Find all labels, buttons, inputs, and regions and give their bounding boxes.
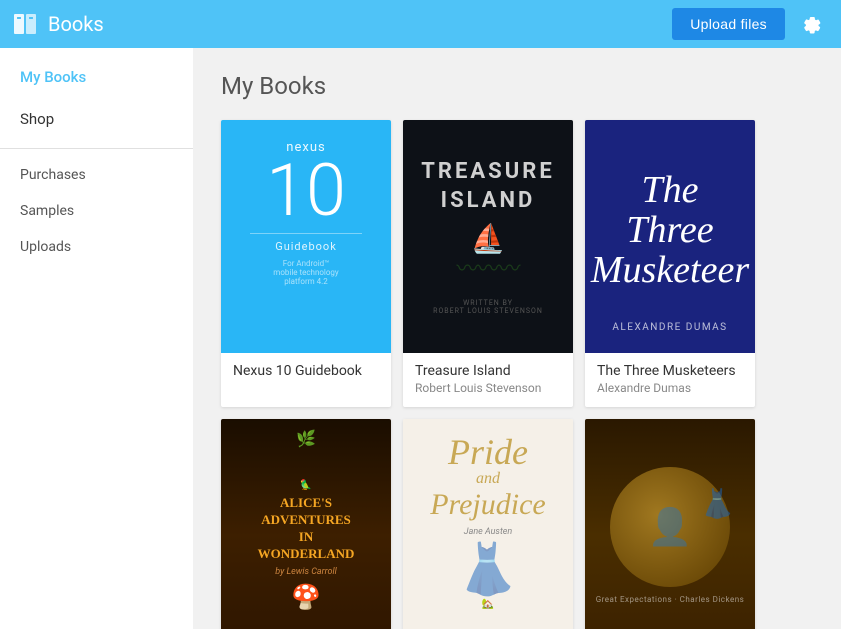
musketeer-script-text: TheThreeMusketeer — [591, 171, 749, 291]
pride-and-text: and — [476, 470, 500, 488]
book-cover-expectations: 👤 👗 Great Expectations · Charles Dickens — [585, 419, 755, 629]
expectations-figure2: 👗 — [700, 487, 735, 520]
nexus-divider — [250, 233, 362, 234]
sidebar-item-uploads[interactable]: Uploads — [0, 229, 193, 265]
book-author-musketeer: Alexandre Dumas — [597, 381, 743, 395]
app-title: Books — [48, 12, 104, 36]
sidebar-item-my-books[interactable]: My Books — [0, 56, 193, 98]
book-cover-pride: Pride and Prejudice Jane Austen 👗 🏡 — [403, 419, 573, 629]
pride-landscape: 🏡 — [482, 599, 494, 610]
treasure-title-text: TREASUREISLAND — [421, 158, 554, 215]
book-card-nexus10[interactable]: nexus 10 Guidebook For Android™mobile te… — [221, 120, 391, 407]
expectations-figure: 👤 — [648, 506, 693, 548]
gear-icon — [800, 13, 822, 35]
sidebar-item-samples[interactable]: Samples — [0, 193, 193, 229]
alice-leaf-decoration: 🌿 — [296, 429, 316, 448]
book-info-treasure: Treasure Island Robert Louis Stevenson — [403, 353, 573, 407]
sidebar-divider — [0, 148, 193, 149]
book-cover-treasure: TREASUREISLAND ⛵ 〰〰〰 WRITTEN BYROBERT LO… — [403, 120, 573, 353]
pride-jane-austen: Jane Austen — [464, 527, 513, 537]
app-header: Books Upload files — [0, 0, 841, 48]
logo: Books — [12, 10, 104, 38]
upload-files-button[interactable]: Upload files — [672, 8, 785, 40]
books-grid: nexus 10 Guidebook For Android™mobile te… — [221, 120, 813, 629]
nexus-guidebook: Guidebook — [275, 240, 337, 253]
page-title: My Books — [221, 72, 813, 100]
sidebar-item-purchases[interactable]: Purchases — [0, 157, 193, 193]
book-card-musketeer[interactable]: TheThreeMusketeer ALEXANDRE DUMAS The Th… — [585, 120, 755, 407]
book-card-expectations[interactable]: 👤 👗 Great Expectations · Charles Dickens… — [585, 419, 755, 629]
book-card-pride[interactable]: Pride and Prejudice Jane Austen 👗 🏡 Prid… — [403, 419, 573, 629]
app-layout: My Books Shop Purchases Samples Uploads … — [0, 48, 841, 629]
book-card-alice[interactable]: 🌿 🦜 ALICE'SADVENTURESINWONDERLAND by Lew… — [221, 419, 391, 629]
book-title-nexus10: Nexus 10 Guidebook — [233, 363, 379, 379]
settings-button[interactable] — [793, 6, 829, 42]
pride-title-text: Pride — [448, 434, 528, 470]
nexus-sub: For Android™mobile technologyplatform 4.… — [273, 259, 338, 286]
nexus-number: 10 — [266, 155, 346, 227]
alice-bird: 🦜 — [300, 480, 312, 491]
book-cover-nexus10: nexus 10 Guidebook For Android™mobile te… — [221, 120, 391, 353]
book-title-musketeer: The Three Musketeers — [597, 363, 743, 379]
sidebar: My Books Shop Purchases Samples Uploads — [0, 48, 193, 629]
alice-title-text: ALICE'SADVENTURESINWONDERLAND — [248, 495, 365, 563]
musketeer-author-text: ALEXANDRE DUMAS — [612, 322, 727, 338]
book-cover-musketeer: TheThreeMusketeer ALEXANDRE DUMAS — [585, 120, 755, 353]
book-card-treasure[interactable]: TREASUREISLAND ⛵ 〰〰〰 WRITTEN BYROBERT LO… — [403, 120, 573, 407]
alice-mushroom-icon: 🍄 — [291, 583, 321, 611]
expectations-title-text: Great Expectations · Charles Dickens — [586, 595, 755, 604]
book-author-treasure: Robert Louis Stevenson — [415, 381, 561, 395]
books-logo-icon — [12, 10, 40, 38]
book-cover-alice: 🌿 🦜 ALICE'SADVENTURESINWONDERLAND by Lew… — [221, 419, 391, 629]
pride-prejudice-text: Prejudice — [430, 488, 546, 521]
alice-author-text: by Lewis Carroll — [275, 567, 336, 577]
treasure-written-by: WRITTEN BYROBERT LOUIS STEVENSON — [433, 299, 543, 315]
main-content: My Books nexus 10 Guidebook For Android™… — [193, 48, 841, 629]
book-info-musketeer: The Three Musketeers Alexandre Dumas — [585, 353, 755, 407]
pride-silhouette: 👗 — [457, 545, 519, 595]
book-info-nexus10: Nexus 10 Guidebook — [221, 353, 391, 391]
expectations-circle: 👤 👗 — [610, 467, 730, 587]
book-title-treasure: Treasure Island — [415, 363, 561, 379]
treasure-waves: 〰〰〰 — [456, 251, 519, 283]
sidebar-item-shop[interactable]: Shop — [0, 98, 193, 140]
